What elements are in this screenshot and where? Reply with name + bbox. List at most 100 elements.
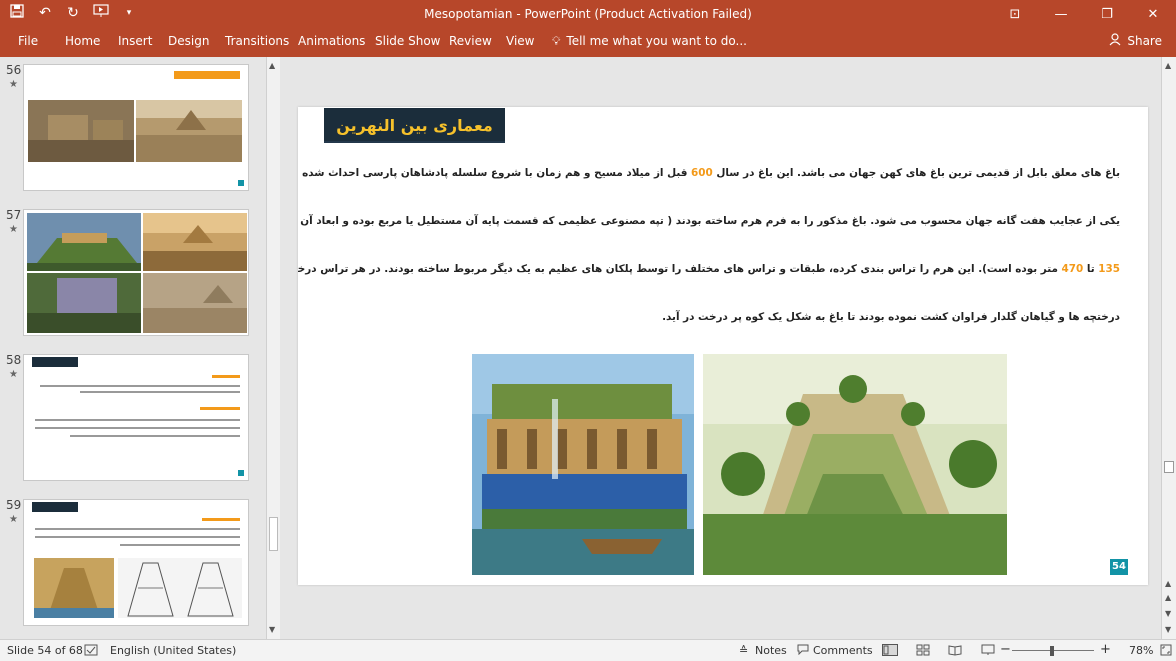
scroll-thumb[interactable]	[1164, 461, 1174, 473]
mini-slide-number	[238, 470, 244, 476]
tab-review[interactable]: Review	[449, 34, 492, 48]
language[interactable]: English (United States)	[110, 644, 236, 657]
slideshow-view-icon[interactable]	[981, 644, 995, 659]
comments-button[interactable]: Comments	[813, 644, 873, 657]
edit-scrollbar[interactable]: ▲ ▲ ▲ ▼ ▼	[1161, 57, 1176, 639]
person-icon	[1109, 33, 1121, 49]
mini-title	[32, 502, 78, 512]
mini-text	[35, 419, 240, 421]
scroll-up-icon[interactable]: ▲	[1165, 61, 1171, 70]
tell-me-text: Tell me what you want to do...	[566, 34, 747, 48]
slide-text-line[interactable]: باغ های معلق بابل از قدیمی ترین باغ های …	[298, 167, 1120, 179]
thumbnail-preview	[23, 499, 249, 626]
text-run: تا	[1083, 263, 1099, 275]
zoom-level[interactable]: 78%	[1129, 644, 1153, 657]
lightbulb-icon: 💡︎	[552, 34, 561, 48]
thumbnail-number: 57	[6, 208, 22, 222]
ribbon-tabs: File Home Insert Design Transitions Anim…	[0, 30, 1176, 57]
mini-text	[35, 536, 240, 538]
spell-check-icon[interactable]	[84, 644, 98, 659]
tab-transitions[interactable]: Transitions	[225, 34, 289, 48]
thumbnail-number: 59	[6, 498, 22, 512]
previous-slide-icon[interactable]: ▲	[1165, 593, 1171, 602]
thumbnail-scrollbar[interactable]: ▲ ▼	[266, 57, 280, 639]
slide-image	[143, 273, 247, 333]
zoom-slider-handle[interactable]	[1050, 646, 1054, 656]
thumbnail-number: 58	[6, 353, 22, 367]
mini-heading	[200, 407, 240, 410]
zoom-in-icon[interactable]: +	[1100, 642, 1111, 657]
mini-text	[40, 385, 240, 387]
status-bar: Slide 54 of 68 English (United States) ≙…	[0, 639, 1176, 661]
slide-image	[118, 558, 242, 618]
notes-button[interactable]: Notes	[755, 644, 787, 657]
next-slide-icon[interactable]: ▼	[1165, 609, 1171, 618]
slide-edit-area: معماری بین النهرین باغ های معلق بابل از …	[282, 57, 1161, 639]
thumbnail-preview	[23, 354, 249, 481]
mini-heading	[174, 71, 240, 79]
title-bar: ↶ ↻ ▾ Mesopotamian - PowerPoint (Product…	[0, 0, 1176, 30]
mini-text	[35, 427, 240, 429]
mini-text	[120, 544, 240, 546]
share-button[interactable]: Share	[1109, 33, 1162, 49]
reading-view-icon[interactable]	[948, 644, 962, 659]
mini-text	[35, 528, 240, 530]
mini-slide-number	[238, 180, 244, 186]
scroll-down-icon[interactable]: ▼	[1165, 625, 1171, 634]
notes-icon[interactable]: ≙	[739, 644, 748, 657]
slide-image	[136, 100, 242, 162]
tab-home[interactable]: Home	[65, 34, 100, 48]
scroll-down-icon[interactable]: ▲	[1165, 579, 1171, 588]
current-slide[interactable]: معماری بین النهرین باغ های معلق بابل از …	[298, 107, 1148, 585]
animation-star-icon: ★	[9, 224, 18, 235]
thumbnail-preview	[23, 64, 249, 191]
ribbon-display-icon[interactable]: ⊡	[992, 0, 1038, 30]
tab-insert[interactable]: Insert	[118, 34, 152, 48]
scroll-up-icon[interactable]: ▲	[269, 61, 275, 70]
mini-heading	[202, 518, 240, 521]
slide-text-line[interactable]: یکی از عجایب هفت گانه جهان محسوب می شود.…	[298, 215, 1120, 227]
slide-image	[28, 100, 134, 162]
slide-text-line[interactable]: 135 تا 470 متر بوده است). این هرم را ترا…	[298, 263, 1120, 275]
slide-image	[27, 273, 141, 333]
slide-count: Slide 54 of 68	[7, 644, 83, 657]
mini-heading	[212, 375, 240, 378]
slide-number-badge: 54	[1110, 559, 1128, 575]
animation-star-icon: ★	[9, 79, 18, 90]
scroll-down-icon[interactable]: ▼	[269, 625, 275, 634]
mini-title	[32, 357, 78, 367]
mini-text	[80, 391, 240, 393]
comments-icon[interactable]	[797, 644, 809, 658]
slide-title[interactable]: معماری بین النهرین	[324, 108, 505, 143]
animation-star-icon: ★	[9, 369, 18, 380]
tab-design[interactable]: Design	[168, 34, 209, 48]
tell-me-search[interactable]: 💡︎ Tell me what you want to do...	[552, 34, 747, 49]
text-run: متر بوده است). این هرم را تراس بندی کرده…	[298, 263, 1062, 275]
slide-text-line[interactable]: درختچه ها و گیاهان گلدار فراوان کشت نمود…	[320, 311, 1120, 323]
hanging-gardens-image-2[interactable]	[703, 354, 1007, 575]
slide-image	[34, 558, 114, 618]
tab-animations[interactable]: Animations	[298, 34, 365, 48]
text-run: باغ های معلق بابل از قدیمی ترین باغ های …	[712, 167, 1120, 179]
slide-image	[27, 213, 141, 271]
slide-sorter-icon[interactable]	[916, 644, 930, 659]
minimize-icon[interactable]: —	[1038, 0, 1084, 30]
hanging-gardens-image-1[interactable]	[472, 354, 694, 575]
normal-view-icon[interactable]	[882, 644, 898, 659]
dimension-number: 135	[1098, 263, 1120, 275]
dimension-number: 470	[1061, 263, 1084, 275]
zoom-out-icon[interactable]: −	[1000, 642, 1011, 657]
tab-file[interactable]: File	[18, 34, 38, 48]
tab-view[interactable]: View	[506, 34, 534, 48]
animation-star-icon: ★	[9, 514, 18, 525]
share-label: Share	[1127, 34, 1162, 48]
thumbnail-number: 56	[6, 63, 22, 77]
scroll-thumb[interactable]	[269, 517, 278, 551]
fit-slide-icon[interactable]	[1160, 644, 1172, 659]
text-run: قبل از میلاد مسیح و هم زمان با شروع سلسل…	[298, 167, 688, 179]
window-controls: ⊡ — ❐ ✕	[992, 0, 1176, 30]
close-icon[interactable]: ✕	[1130, 0, 1176, 30]
maximize-icon[interactable]: ❐	[1084, 0, 1130, 30]
tab-slide-show[interactable]: Slide Show	[375, 34, 440, 48]
slide-thumbnail-panel: 56 ★ 57 ★ 58 ★ 59 ★	[0, 57, 266, 639]
